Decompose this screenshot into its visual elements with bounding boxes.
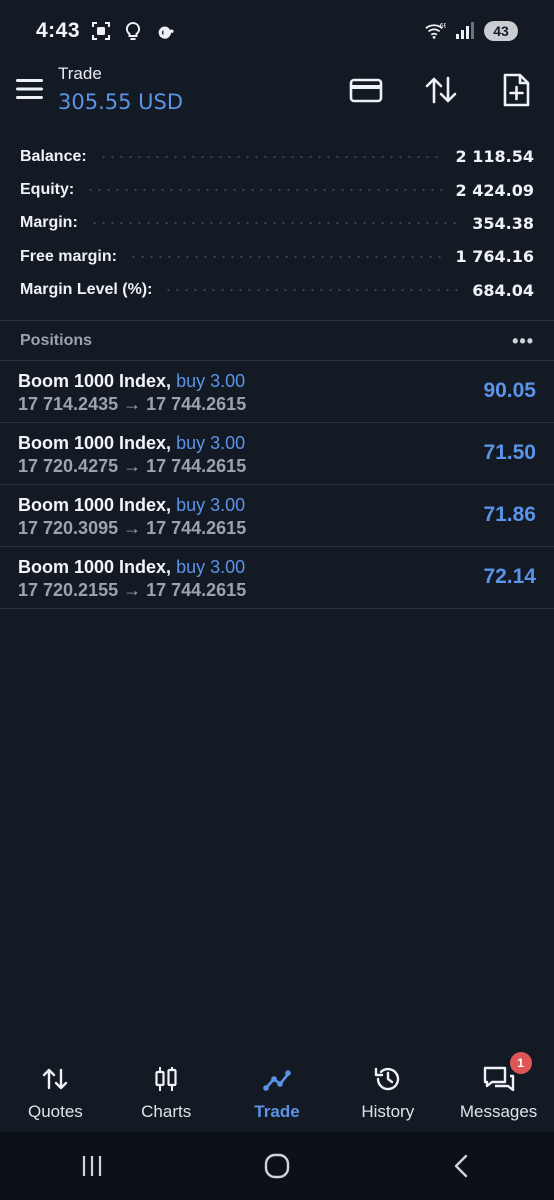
position-prices: 17 714.2435 → 17 744.2615 bbox=[18, 394, 247, 414]
account-summary: Balance: 2 118.54 Equity: 2 424.09 Margi… bbox=[0, 140, 554, 307]
position-row[interactable]: Boom 1000 Index, buy 3.00 17 720.3095 → … bbox=[0, 485, 554, 547]
summary-label: Margin Level (%): bbox=[20, 281, 153, 299]
card-icon[interactable] bbox=[348, 72, 384, 108]
more-options-icon[interactable]: ••• bbox=[512, 331, 534, 352]
wifi-icon: 6E bbox=[425, 21, 446, 39]
dotted-leader bbox=[128, 255, 444, 258]
sort-icon[interactable] bbox=[423, 72, 459, 108]
google-icon bbox=[158, 26, 174, 39]
positions-title: Positions bbox=[20, 332, 93, 349]
position-title: Boom 1000 Index, buy 3.00 bbox=[18, 433, 245, 454]
status-time: 4:43 bbox=[36, 19, 81, 42]
summary-label: Balance: bbox=[20, 147, 87, 165]
header-title-block: Trade 305.55 USD bbox=[58, 64, 183, 114]
screenshot-icon bbox=[92, 22, 111, 40]
summary-label: Equity: bbox=[20, 181, 75, 199]
back-icon[interactable] bbox=[442, 1146, 482, 1186]
new-order-icon[interactable] bbox=[498, 72, 534, 108]
status-bar: 4:43 6E 43 bbox=[0, 0, 554, 62]
position-profit: 72.14 bbox=[483, 565, 536, 588]
network-type: 6E bbox=[440, 21, 446, 29]
candles-icon bbox=[155, 1067, 177, 1091]
nav-label: Messages bbox=[459, 1102, 538, 1121]
summary-row-balance: Balance: 2 118.54 bbox=[0, 140, 554, 173]
signal-icon bbox=[456, 22, 474, 39]
nav-label: Charts bbox=[141, 1102, 192, 1121]
summary-label: Free margin: bbox=[20, 247, 117, 265]
dotted-leader bbox=[89, 222, 461, 225]
messages-icon bbox=[483, 1066, 514, 1092]
nav-messages[interactable]: 1 Messages bbox=[444, 1050, 554, 1122]
nav-trade[interactable]: Trade bbox=[222, 1050, 332, 1122]
nav-charts[interactable]: Charts bbox=[111, 1050, 221, 1122]
position-profit: 71.86 bbox=[483, 503, 536, 526]
unread-badge: 1 bbox=[509, 1052, 532, 1074]
trade-icon bbox=[263, 1070, 291, 1091]
summary-value: 1 764.16 bbox=[455, 247, 534, 267]
nav-history[interactable]: History bbox=[333, 1050, 443, 1122]
positions-header: Positions ••• bbox=[0, 322, 554, 360]
summary-row-equity: Equity: 2 424.09 bbox=[0, 173, 554, 206]
app-header: Trade 305.55 USD bbox=[0, 62, 554, 124]
position-side: buy 3.00 bbox=[176, 433, 246, 453]
summary-value: 2 424.09 bbox=[455, 180, 534, 200]
bulb-icon bbox=[126, 21, 141, 40]
position-row[interactable]: Boom 1000 Index, buy 3.00 17 720.4275 → … bbox=[0, 423, 554, 485]
position-side: buy 3.00 bbox=[176, 557, 246, 577]
summary-row-margin-level: Margin Level (%): 684.04 bbox=[0, 274, 554, 307]
recent-apps-icon[interactable] bbox=[72, 1146, 112, 1186]
position-side: buy 3.00 bbox=[176, 371, 246, 391]
dotted-leader bbox=[164, 289, 461, 292]
position-title: Boom 1000 Index, buy 3.00 bbox=[18, 371, 245, 392]
position-profit: 71.50 bbox=[483, 441, 536, 464]
nav-label: History bbox=[361, 1102, 415, 1121]
summary-row-margin: Margin: 354.38 bbox=[0, 207, 554, 240]
position-title: Boom 1000 Index, buy 3.00 bbox=[18, 495, 245, 516]
bottom-nav: Quotes Charts Trade History 1 Messages bbox=[0, 1050, 554, 1132]
dotted-leader bbox=[86, 189, 444, 192]
dotted-leader bbox=[98, 155, 444, 158]
history-icon bbox=[374, 1067, 399, 1091]
nav-label: Quotes bbox=[27, 1102, 83, 1121]
positions-list: Boom 1000 Index, buy 3.00 17 714.2435 → … bbox=[0, 361, 554, 609]
divider bbox=[0, 320, 554, 321]
summary-row-free-margin: Free margin: 1 764.16 bbox=[0, 240, 554, 273]
account-balance: 305.55 USD bbox=[58, 90, 184, 114]
summary-label: Margin: bbox=[20, 214, 78, 232]
nav-quotes[interactable]: Quotes bbox=[0, 1050, 110, 1122]
position-prices: 17 720.2155 → 17 744.2615 bbox=[18, 580, 247, 600]
nav-label: Trade bbox=[254, 1102, 300, 1121]
position-symbol: Boom 1000 Index, bbox=[18, 495, 172, 515]
position-prices: 17 720.4275 → 17 744.2615 bbox=[18, 456, 247, 476]
menu-icon[interactable] bbox=[16, 78, 44, 100]
position-row[interactable]: Boom 1000 Index, buy 3.00 17 714.2435 → … bbox=[0, 361, 554, 423]
home-icon[interactable] bbox=[257, 1146, 297, 1186]
page-title: Trade bbox=[58, 64, 102, 83]
quotes-icon bbox=[43, 1068, 68, 1090]
summary-value: 684.04 bbox=[472, 280, 534, 300]
system-nav-bar bbox=[0, 1132, 554, 1200]
position-symbol: Boom 1000 Index, bbox=[18, 433, 172, 453]
summary-value: 2 118.54 bbox=[455, 147, 534, 167]
position-profit: 90.05 bbox=[483, 379, 536, 402]
position-row[interactable]: Boom 1000 Index, buy 3.00 17 720.2155 → … bbox=[0, 547, 554, 609]
summary-value: 354.38 bbox=[472, 213, 534, 233]
battery-level: 43 bbox=[484, 21, 518, 41]
position-symbol: Boom 1000 Index, bbox=[18, 371, 172, 391]
position-symbol: Boom 1000 Index, bbox=[18, 557, 172, 577]
position-title: Boom 1000 Index, buy 3.00 bbox=[18, 557, 245, 578]
position-prices: 17 720.3095 → 17 744.2615 bbox=[18, 518, 247, 538]
position-side: buy 3.00 bbox=[176, 495, 246, 515]
